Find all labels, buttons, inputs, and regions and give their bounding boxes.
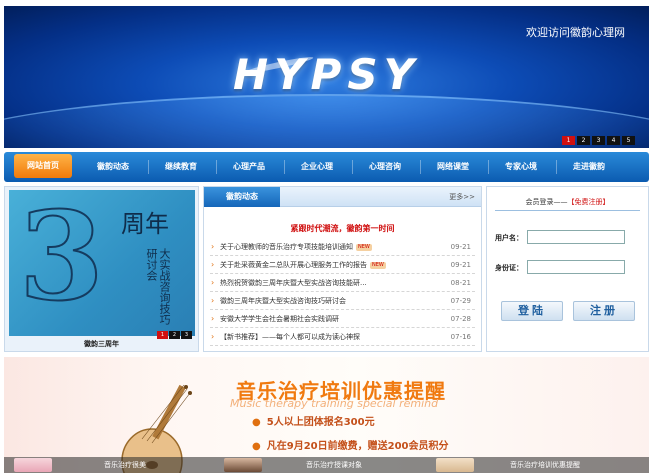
new-badge: NEW [370,261,386,269]
bullet-dot-icon: ● [252,417,261,428]
list-item[interactable]: › 关于心理教师的音乐治疗专项技能培训通知 NEW 09-21 [210,238,475,256]
news-item-title[interactable]: 热烈祝贺徽韵三周年庆暨大型实战咨询技能研... [220,279,367,287]
news-item-date: 07-28 [450,315,471,323]
news-item-date: 07-16 [450,333,471,341]
list-item[interactable]: › 热烈祝贺徽韵三周年庆暨大型实战咨询技能研... 08-21 [210,274,475,292]
thumbnail-image[interactable] [436,458,474,472]
username-label: 用户名： [495,234,523,242]
list-item[interactable]: › 徽韵三周年庆暨大型实战咨询技巧研讨会 07-29 [210,292,475,310]
banner-page-3[interactable]: 3 [592,136,605,145]
feature-anniversary-text: 周年 [121,210,169,238]
feature-caption[interactable]: 徽韵三周年 [5,339,198,349]
news-item-date: 09-21 [450,261,471,269]
banner-page-4[interactable]: 4 [607,136,620,145]
id-input[interactable] [527,260,625,274]
nav-item-online-class[interactable]: 网络课堂 [420,152,486,182]
register-button[interactable]: 注册 [573,301,635,321]
nav-item-education[interactable]: 继续教育 [148,152,214,182]
nav-item-enterprise[interactable]: 企业心理 [284,152,350,182]
nav-item-about[interactable]: 走进徽韵 [556,152,622,182]
promo-banner[interactable]: 音乐治疗培训优惠提醒 Music therapy training specia… [4,357,649,473]
thumbnail-caption[interactable]: 音乐治疗很美 [104,457,146,473]
bullet-arrow-icon: › [211,278,215,287]
login-header: 会员登录——【免费注册】 [495,193,640,211]
news-title: 徽韵动态 [204,187,280,207]
list-item[interactable]: › 【新书推荐】——每个人都可以成为读心神探 07-16 [210,328,475,346]
promo-line-1: ● 5人以上团体报名300元 [252,413,375,428]
bullet-arrow-icon: › [211,296,215,305]
bullet-arrow-icon: › [211,242,215,251]
nav-home[interactable]: 网站首页 [14,154,72,178]
news-item-date: 09-21 [450,243,471,251]
news-header: 徽韵动态 更多>> [204,187,481,207]
news-item-date: 07-29 [450,297,471,305]
free-register-link[interactable]: 【免费注册】 [568,198,610,206]
feature-page-2[interactable]: 2 [169,331,180,339]
feature-subtitle: 大实战咨询技巧研讨会 [145,248,171,325]
thumbnail-caption[interactable]: 音乐治疗培训优惠提醒 [510,457,580,473]
news-headline[interactable]: 紧跟时代潮流，徽韵第一时间 [204,223,481,234]
member-login-panel: 会员登录——【免费注册】 用户名： 身份证： 登陆 注册 [486,186,649,352]
more-link[interactable]: 更多>> [449,192,475,202]
banner-page-1[interactable]: 1 [562,136,575,145]
promo-english: Music therapy training special remind [230,397,439,410]
username-input[interactable] [527,230,625,244]
nav-item-experts[interactable]: 专家心境 [488,152,554,182]
news-item-title[interactable]: 关于赴采薇黄金二总队开展心理服务工作的报告 [220,261,367,269]
list-item[interactable]: › 安徽大学学生会社会暑期社会实践调研 07-28 [210,310,475,328]
news-item-title[interactable]: 关于心理教师的音乐治疗专项技能培训通知 [220,243,353,251]
feature-page-3[interactable]: 3 [181,331,192,339]
id-label: 身份证： [495,264,523,272]
news-item-title[interactable]: 徽韵三周年庆暨大型实战咨询技巧研讨会 [220,297,346,305]
nav-item-news[interactable]: 徽韵动态 [80,152,146,182]
id-row: 身份证： [495,260,625,274]
feature-image[interactable]: 3 周年 大实战咨询技巧研讨会 [9,190,195,336]
feature-pager: 1 2 3 [157,331,192,339]
site-logo: HYPSY [4,50,649,99]
feature-slideshow: 3 周年 大实战咨询技巧研讨会 1 2 3 徽韵三周年 [4,186,199,352]
news-item-title[interactable]: 安徽大学学生会社会暑期社会实践调研 [220,315,339,323]
feature-page-1[interactable]: 1 [157,331,168,339]
news-item-date: 08-21 [450,279,471,287]
new-badge: NEW [356,243,372,251]
thumbnail-image[interactable] [14,458,52,472]
promo-line-1-text: 5人以上团体报名300元 [266,417,375,428]
banner-page-2[interactable]: 2 [577,136,590,145]
login-button[interactable]: 登陆 [501,301,563,321]
promo-line-2-text: 凡在9月20日前缴费，赠送200会员积分 [266,441,449,452]
promo-thumbnails: 音乐治疗很美 音乐治疗授课对象 音乐治疗培训优惠提醒 [4,457,649,473]
welcome-text: 欢迎访问徽韵心理网 [526,26,625,39]
thumbnail-caption[interactable]: 音乐治疗授课对象 [306,457,362,473]
username-row: 用户名： [495,230,625,244]
main-nav: 网站首页 徽韵动态 继续教育 心理产品 企业心理 心理咨询 网络课堂 专家心境 … [4,152,649,182]
banner-page-5[interactable]: 5 [622,136,635,145]
bullet-dot-icon: ● [252,441,261,452]
news-item-title[interactable]: 【新书推荐】——每个人都可以成为读心神探 [220,333,360,341]
login-title: 会员登录—— [525,198,568,206]
nav-item-consulting[interactable]: 心理咨询 [352,152,418,182]
bullet-arrow-icon: › [211,332,215,341]
news-list: › 关于心理教师的音乐治疗专项技能培训通知 NEW 09-21 › 关于赴采薇黄金… [210,238,475,346]
bullet-arrow-icon: › [211,260,215,269]
banner-pager: 1 2 3 4 5 [562,136,635,145]
nav-item-products[interactable]: 心理产品 [216,152,282,182]
feature-big-digit: 3 [18,190,105,328]
list-item[interactable]: › 关于赴采薇黄金二总队开展心理服务工作的报告 NEW 09-21 [210,256,475,274]
header-banner: 欢迎访问徽韵心理网 HYPSY 1 2 3 4 5 [4,6,649,148]
thumbnail-image[interactable] [224,458,262,472]
bullet-arrow-icon: › [211,314,215,323]
news-panel: 徽韵动态 更多>> 紧跟时代潮流，徽韵第一时间 › 关于心理教师的音乐治疗专项技… [203,186,482,352]
promo-line-2: ● 凡在9月20日前缴费，赠送200会员积分 [252,437,448,452]
